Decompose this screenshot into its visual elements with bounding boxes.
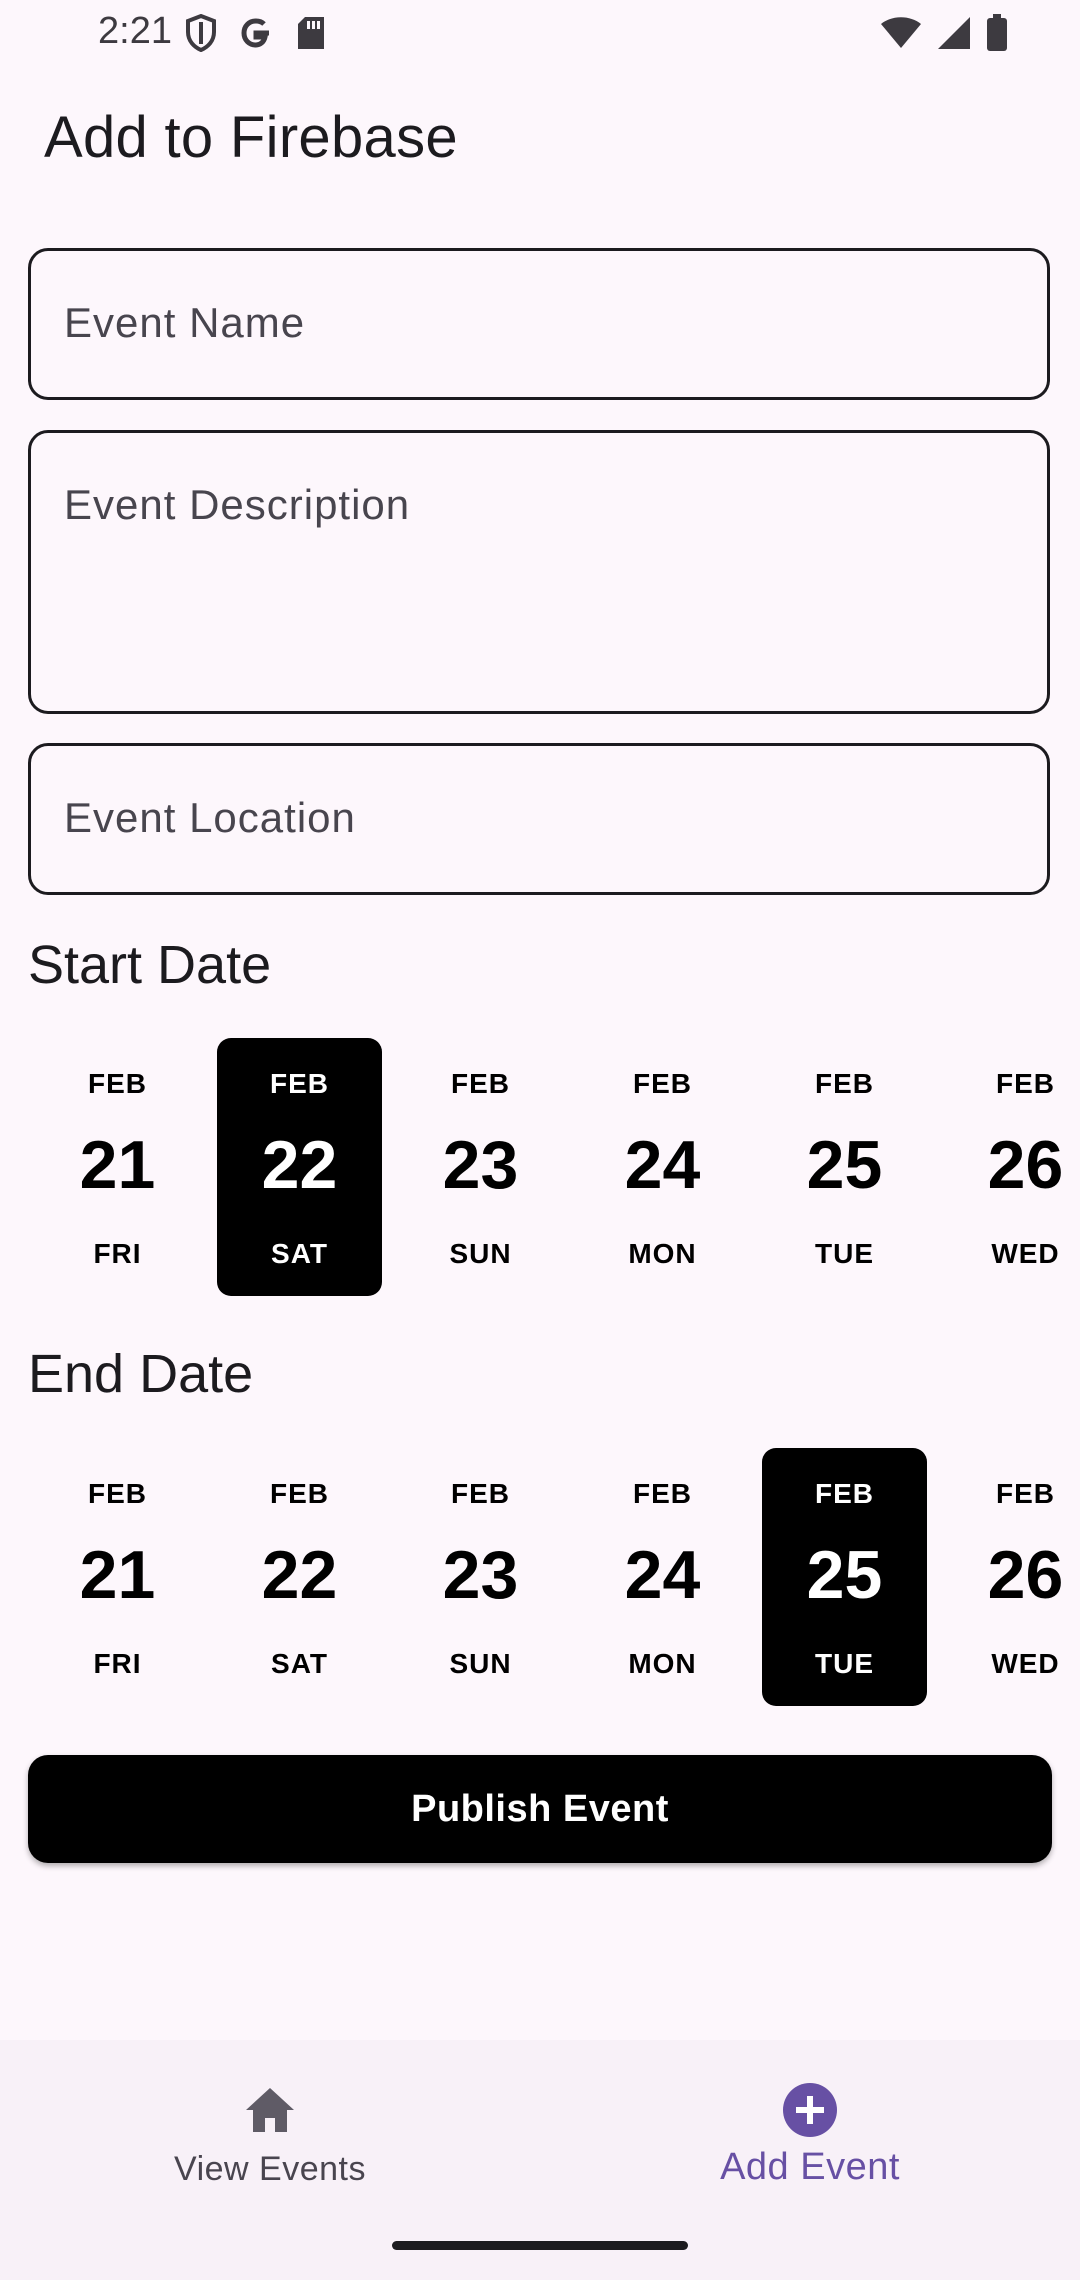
date-weekday: TUE [815, 1238, 874, 1269]
end-date-picker[interactable]: FEB 21 FRI FEB 22 SAT FEB 23 SUN FEB 24 … [0, 1448, 1080, 1708]
date-day: 21 [79, 1537, 156, 1613]
status-bar: 2:21 [0, 0, 1080, 70]
event-location-placeholder: Event Location [64, 794, 356, 841]
date-month: FEB [633, 1068, 692, 1099]
start-date-item[interactable]: FEB 23 SUN [398, 1038, 563, 1296]
date-month: FEB [815, 1478, 874, 1509]
home-icon [240, 2080, 300, 2140]
date-month: FEB [996, 1478, 1055, 1509]
date-day: 24 [624, 1127, 701, 1203]
signal-icon [936, 15, 972, 56]
date-day: 25 [806, 1127, 883, 1203]
date-month: FEB [270, 1068, 329, 1099]
nav-item-add-event[interactable]: Add Event [660, 2080, 960, 2189]
date-weekday: SUN [449, 1648, 512, 1679]
status-time: 2:21 [98, 10, 172, 52]
event-description-field[interactable]: Event Description [28, 430, 1050, 714]
date-day: 26 [987, 1537, 1064, 1613]
wifi-icon [880, 16, 922, 55]
battery-icon [986, 14, 1008, 57]
publish-event-button[interactable]: Publish Event [28, 1755, 1052, 1863]
date-weekday: FRI [93, 1648, 142, 1679]
end-date-item[interactable]: FEB 26 WED [943, 1448, 1080, 1706]
date-day: 26 [987, 1127, 1064, 1203]
date-month: FEB [88, 1478, 147, 1509]
status-right-icons [880, 14, 1008, 57]
start-date-label: Start Date [28, 935, 272, 995]
start-date-item[interactable]: FEB 24 MON [580, 1038, 745, 1296]
date-weekday: MON [628, 1648, 697, 1679]
status-left-icons [186, 13, 326, 57]
date-weekday: WED [991, 1238, 1060, 1269]
date-day: 24 [624, 1537, 701, 1613]
date-month: FEB [451, 1478, 510, 1509]
start-date-item-selected[interactable]: FEB 22 SAT [217, 1038, 382, 1296]
date-day: 22 [261, 1127, 338, 1203]
page-title: Add to Firebase [44, 105, 458, 170]
add-circle-icon [780, 2080, 840, 2140]
date-weekday: WED [991, 1648, 1060, 1679]
nav-item-view-events[interactable]: View Events [120, 2080, 420, 2189]
date-month: FEB [270, 1478, 329, 1509]
date-day: 22 [261, 1537, 338, 1613]
date-day: 21 [79, 1127, 156, 1203]
shield-icon [186, 13, 216, 57]
event-name-field[interactable]: Event Name [28, 248, 1050, 400]
date-month: FEB [815, 1068, 874, 1099]
google-icon [238, 15, 274, 56]
bottom-navigation: View Events Add Event [0, 2040, 1080, 2280]
sd-card-icon [296, 15, 326, 56]
nav-label-view-events: View Events [174, 2150, 366, 2188]
gesture-bar[interactable] [392, 2241, 688, 2250]
start-date-picker[interactable]: FEB 21 FRI FEB 22 SAT FEB 23 SUN FEB 24 … [0, 1038, 1080, 1298]
end-date-item[interactable]: FEB 21 FRI [35, 1448, 200, 1706]
date-weekday: SAT [271, 1238, 328, 1269]
end-date-label: End Date [28, 1344, 254, 1404]
end-date-item[interactable]: FEB 24 MON [580, 1448, 745, 1706]
start-date-item[interactable]: FEB 21 FRI [35, 1038, 200, 1296]
event-name-placeholder: Event Name [64, 299, 306, 346]
date-month: FEB [996, 1068, 1055, 1099]
end-date-item[interactable]: FEB 22 SAT [217, 1448, 382, 1706]
start-date-item[interactable]: FEB 25 TUE [762, 1038, 927, 1296]
date-day: 23 [442, 1537, 519, 1613]
event-description-placeholder: Event Description [64, 481, 411, 528]
end-date-item-selected[interactable]: FEB 25 TUE [762, 1448, 927, 1706]
date-month: FEB [451, 1068, 510, 1099]
date-day: 23 [442, 1127, 519, 1203]
date-weekday: TUE [815, 1648, 874, 1679]
date-month: FEB [633, 1478, 692, 1509]
nav-label-add-event: Add Event [720, 2146, 900, 2188]
date-weekday: FRI [93, 1238, 142, 1269]
end-date-item[interactable]: FEB 23 SUN [398, 1448, 563, 1706]
date-day: 25 [806, 1537, 883, 1613]
event-location-field[interactable]: Event Location [28, 743, 1050, 895]
start-date-item[interactable]: FEB 26 WED [943, 1038, 1080, 1296]
date-month: FEB [88, 1068, 147, 1099]
date-weekday: SUN [449, 1238, 512, 1269]
date-weekday: SAT [271, 1648, 328, 1679]
date-weekday: MON [628, 1238, 697, 1269]
